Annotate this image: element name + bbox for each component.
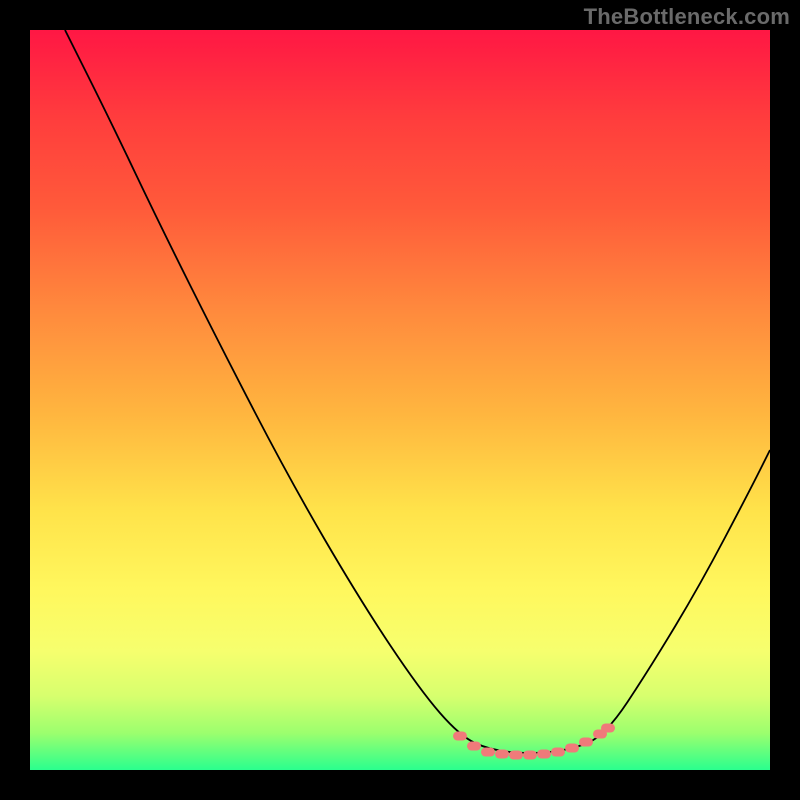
chart-container: TheBottleneck.com <box>0 0 800 800</box>
watermark-text: TheBottleneck.com <box>584 4 790 30</box>
plot-area <box>30 30 770 770</box>
heatmap-gradient <box>30 30 770 770</box>
